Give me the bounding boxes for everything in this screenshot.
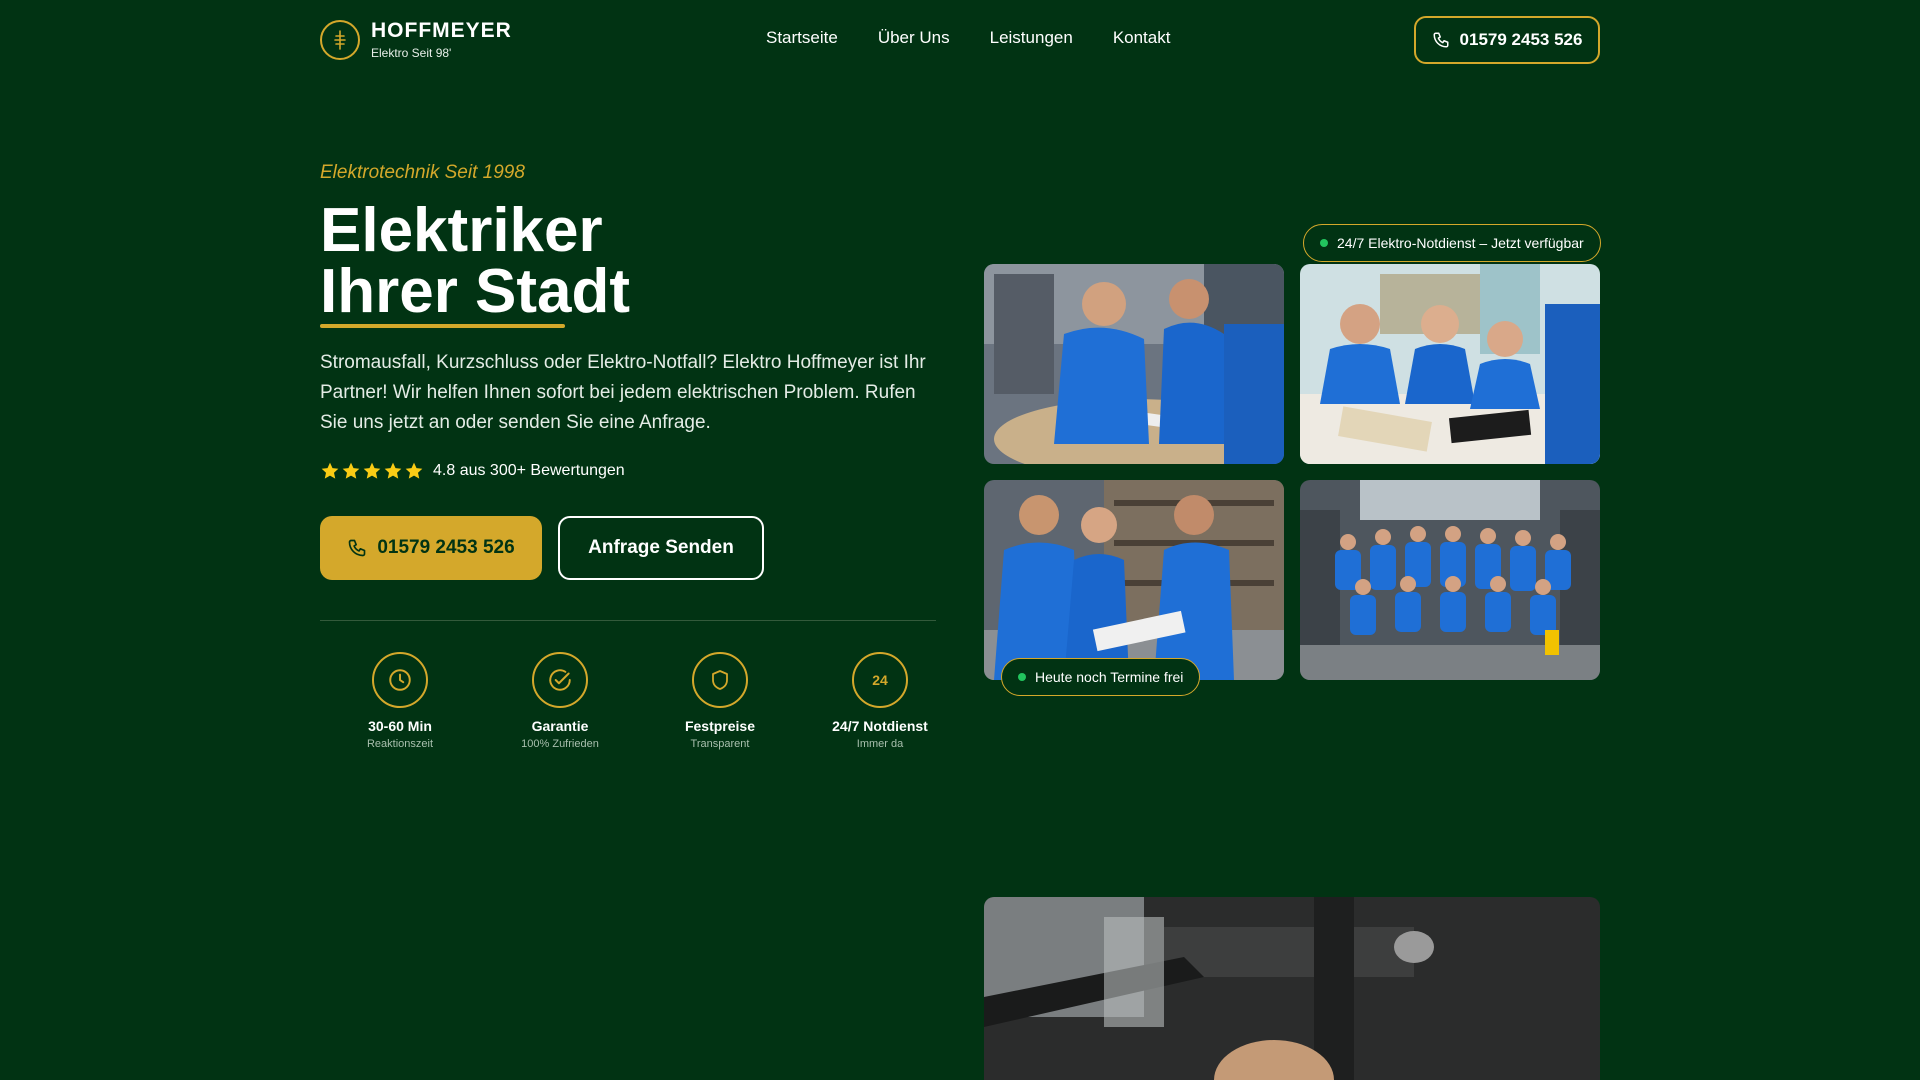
hero-headline: Elektriker Ihrer Stadt xyxy=(320,200,630,323)
headline-line-1: Elektriker xyxy=(320,196,603,265)
photo-inspection xyxy=(984,480,1284,680)
rating-text: 4.8 aus 300+ Bewertungen xyxy=(433,462,625,479)
headline-underline xyxy=(320,324,565,328)
hero-eyebrow: Elektrotechnik Seit 1998 xyxy=(320,162,525,183)
phone-icon xyxy=(1433,32,1449,48)
nav-ueber-uns[interactable]: Über Uns xyxy=(878,28,950,48)
feature-sub: Transparent xyxy=(690,738,750,750)
star-icon xyxy=(363,462,381,479)
feature-sub: Immer da xyxy=(856,738,904,750)
call-button-label: 01579 2453 526 xyxy=(377,537,515,558)
nav-leistungen[interactable]: Leistungen xyxy=(990,28,1073,48)
brand-name: HOFFMEYER xyxy=(371,19,512,42)
feature-emergency: 24 24/7 Notdienst Immer da xyxy=(800,652,960,750)
appointment-badge-label: Heute noch Termine frei xyxy=(1035,669,1184,685)
logo[interactable]: HOFFMEYER Elektro Seit 98' xyxy=(320,19,512,61)
feature-title: 24/7 Notdienst xyxy=(832,718,928,734)
status-dot xyxy=(1018,673,1026,681)
logo-tree-icon xyxy=(320,20,360,60)
call-button[interactable]: 01579 2453 526 xyxy=(320,516,542,580)
emergency-badge: 24/7 Elektro-Notdienst – Jetzt verfügbar xyxy=(1303,224,1601,262)
appointment-badge: Heute noch Termine frei xyxy=(1001,658,1201,696)
header-phone-button[interactable]: 01579 2453 526 xyxy=(1414,16,1600,64)
shield-icon xyxy=(692,652,748,708)
photo-meeting xyxy=(1300,264,1600,464)
site-header: HOFFMEYER Elektro Seit 98' Startseite Üb… xyxy=(0,0,1920,80)
rating-stars xyxy=(320,461,424,481)
star-icon xyxy=(321,462,339,479)
feature-sub: Reaktionszeit xyxy=(366,738,434,750)
request-button[interactable]: Anfrage Senden xyxy=(558,516,764,580)
feature-title: Garantie xyxy=(531,718,589,734)
hero-lead: Stromausfall, Kurzschluss oder Elektro-N… xyxy=(320,352,926,433)
header-phone-label: 01579 2453 526 xyxy=(1459,30,1583,49)
feature-title: Festpreise xyxy=(684,718,756,734)
clock-icon xyxy=(372,652,428,708)
star-icon xyxy=(405,462,423,479)
photo-workshop xyxy=(984,264,1284,464)
feature-title: 30-60 Min xyxy=(368,718,432,734)
feature-list: 30-60 Min Reaktionszeit Garantie 100% Zu… xyxy=(320,652,960,750)
photo-large-workshop xyxy=(984,897,1600,1080)
main-nav: Startseite Über Uns Leistungen Kontakt xyxy=(766,28,1170,48)
brand-tagline: Elektro Seit 98' xyxy=(371,46,452,60)
star-icon xyxy=(342,462,360,479)
feature-reaction-time: 30-60 Min Reaktionszeit xyxy=(320,652,480,750)
feature-fixed-prices: Festpreise Transparent xyxy=(640,652,800,750)
phone-icon xyxy=(348,539,366,557)
rating: 4.8 aus 300+ Bewertungen xyxy=(320,461,625,481)
nav-startseite[interactable]: Startseite xyxy=(766,28,838,48)
feature-sub: 100% Zufrieden xyxy=(521,738,599,750)
24-icon: 24 xyxy=(852,652,908,708)
headline-line-2: Ihrer Stadt xyxy=(320,257,631,326)
check-circle-icon xyxy=(532,652,588,708)
status-dot xyxy=(1320,239,1328,247)
photo-team xyxy=(1300,480,1600,680)
emergency-badge-label: 24/7 Elektro-Notdienst – Jetzt verfügbar xyxy=(1337,235,1584,251)
nav-kontakt[interactable]: Kontakt xyxy=(1113,28,1171,48)
divider xyxy=(320,620,936,621)
feature-guarantee: Garantie 100% Zufrieden xyxy=(480,652,640,750)
star-icon xyxy=(384,462,402,479)
